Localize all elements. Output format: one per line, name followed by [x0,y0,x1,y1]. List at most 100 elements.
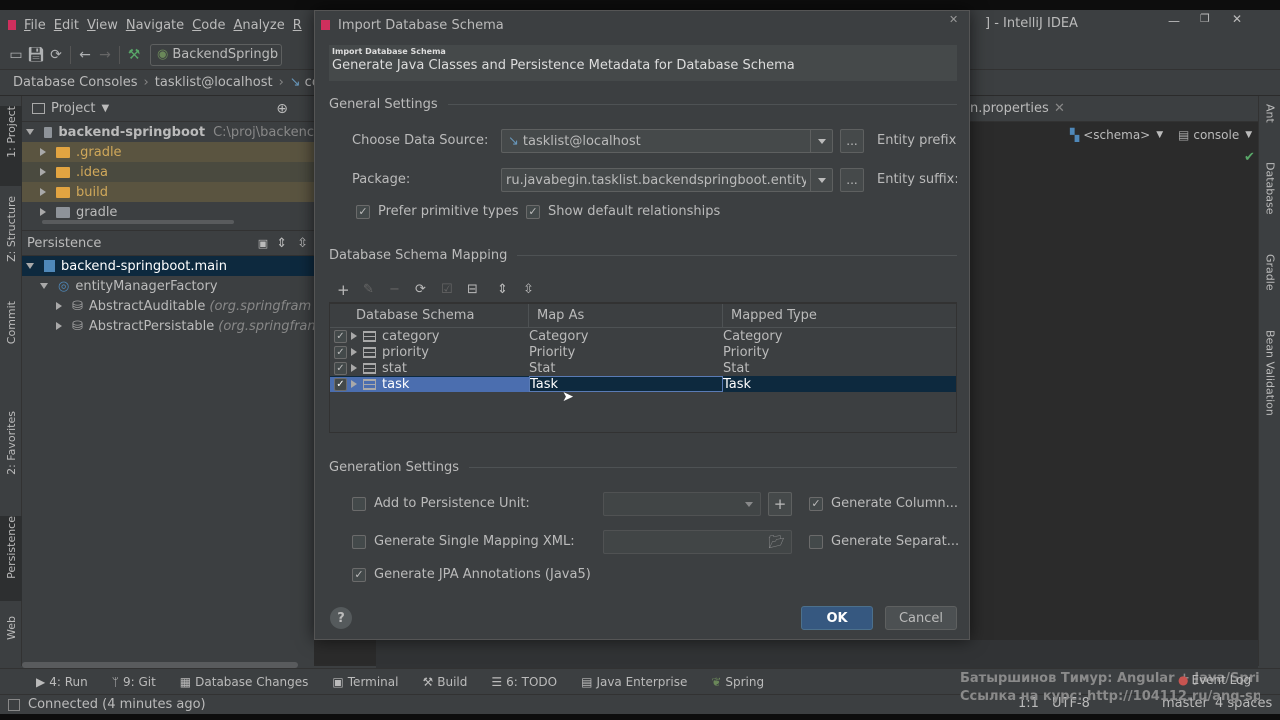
tab-properties[interactable]: n.properties [970,101,1049,116]
table-row[interactable]: ✓ stat Stat Stat [330,360,956,376]
tab-database[interactable]: Database [1259,162,1280,232]
horizontal-scrollbar[interactable] [42,220,234,224]
open-folder-icon[interactable]: ▭ [6,45,26,65]
persistence-factory[interactable]: ◎ entityManagerFactory [22,276,314,296]
sync-icon[interactable]: ⟳ [46,45,66,65]
menu-refactor[interactable]: R [293,18,302,33]
add-to-unit-checkbox[interactable]: Add to Persistence Unit: [352,496,530,511]
tab-bean-validation[interactable]: Bean Validation [1259,330,1280,440]
tab-favorites[interactable]: 2: Favorites [0,411,22,491]
tab-terminal[interactable]: ▣ Terminal [332,675,398,689]
expand-all-icon[interactable]: ⇕ [497,282,517,297]
close-window-icon[interactable]: ✕ [1232,12,1242,26]
tab-ant[interactable]: Ant [1259,104,1280,144]
row-checkbox[interactable]: ✓ [334,361,347,375]
column-mapped-type[interactable]: Mapped Type [723,304,956,327]
prefer-primitive-checkbox[interactable]: Prefer primitive types [356,204,519,219]
refresh-icon[interactable]: ⟳ [415,282,435,297]
collapse-all-icon[interactable]: ⇳ [297,236,308,251]
mapping-xml-field[interactable]: 📂︎ [603,530,792,554]
cancel-button[interactable]: Cancel [885,606,957,630]
tab-gradle[interactable]: Gradle [1259,254,1280,310]
help-button[interactable]: ? [330,607,352,629]
menu-code[interactable]: Code [192,18,225,33]
project-panel-title[interactable]: Project [51,101,95,116]
tab-database-changes[interactable]: ▦ Database Changes [180,675,309,689]
tab-web[interactable]: Web [0,616,22,661]
entity-abstract-auditable[interactable]: ⛁ AbstractAuditable (org.springfram [22,296,314,316]
package-combo[interactable]: ru.javabegin.tasklist.backendspringboot.… [501,168,833,192]
table-row-selected[interactable]: ✓ task Task Task [330,376,956,392]
chevron-down-icon[interactable]: ▼ [101,103,109,114]
generate-column-checkbox[interactable]: Generate Column... [809,496,958,511]
menu-file[interactable]: File [24,18,46,33]
tab-persistence[interactable]: Persistence [0,516,22,601]
column-map-as[interactable]: Map As [529,304,723,327]
row-checkbox[interactable]: ✓ [334,377,347,391]
tab-java-enterprise[interactable]: ▤ Java Enterprise [581,675,687,689]
menu-edit[interactable]: Edit [54,18,79,33]
check-all-icon[interactable]: ☑ [441,282,461,297]
single-mapping-checkbox[interactable]: Generate Single Mapping XML: [352,534,575,549]
data-source-browse-button[interactable]: ... [840,129,864,153]
checkbox-checked[interactable] [809,496,823,511]
uncheck-all-icon[interactable]: ⊟ [467,282,487,297]
column-database-schema[interactable]: Database Schema [330,304,529,327]
checkbox-unchecked[interactable] [352,534,366,549]
tree-root[interactable]: backend-springboot C:\proj\backenc [22,122,314,142]
collapse-all-icon[interactable]: ⇳ [523,282,543,297]
tab-git[interactable]: ᛘ 9: Git [112,675,156,689]
tab-commit[interactable]: Commit [0,301,22,361]
tab-structure[interactable]: Z: Structure [0,196,22,276]
editor-schema-selector[interactable]: ▚ <schema> ▼ [1070,128,1163,142]
row-checkbox[interactable]: ✓ [334,329,347,343]
generate-separate-checkbox[interactable]: Generate Separat... [809,534,959,549]
folder-icon[interactable]: 📂︎ [768,535,785,550]
forward-icon[interactable]: → [95,45,115,65]
checkbox-checked[interactable] [526,204,540,219]
crumb-tasklist[interactable]: tasklist@localhost [155,75,273,90]
table-row[interactable]: ✓ priority Priority Priority [330,344,956,360]
menu-analyze[interactable]: Analyze [233,18,284,33]
checkbox-checked[interactable] [356,204,370,219]
persistence-unit-combo[interactable] [603,492,761,516]
status-toggle-icon[interactable] [8,698,20,711]
package-browse-button[interactable]: ... [840,168,864,192]
menu-navigate[interactable]: Navigate [126,18,184,33]
tree-item-build[interactable]: build [22,182,314,202]
tree-item-idea[interactable]: .idea [22,162,314,182]
checkbox-unchecked[interactable] [809,534,823,549]
build-hammer-icon[interactable]: ⚒ [124,45,144,65]
persistence-module[interactable]: backend-springboot.main [22,256,314,276]
row-checkbox[interactable]: ✓ [334,345,347,359]
ql-icon[interactable]: ▣ [258,237,268,250]
add-unit-button[interactable]: + [768,492,792,516]
save-icon[interactable]: 💾︎ [26,45,46,65]
expand-all-icon[interactable]: ⇕ [276,236,287,251]
tab-spring[interactable]: ❦ Spring [711,675,764,689]
tree-item-gradle-cache[interactable]: .gradle [22,142,314,162]
tab-todo[interactable]: ☰ 6: TODO [491,675,557,689]
locate-icon[interactable]: ⊕ [276,101,288,117]
tab-project[interactable]: 1: Project [0,106,22,186]
close-tab-icon[interactable]: ✕ [1054,101,1065,116]
checkbox-unchecked[interactable] [352,496,366,511]
show-default-rel-checkbox[interactable]: Show default relationships [526,204,720,219]
ok-button[interactable]: OK [801,606,873,630]
event-log[interactable]: ● Event Log [1178,673,1251,687]
add-icon[interactable]: + [337,281,357,299]
minimize-icon[interactable]: — [1168,14,1180,28]
table-row[interactable]: ✓ category Category Category [330,328,956,344]
maximize-icon[interactable]: ❐ [1200,12,1210,25]
menu-view[interactable]: View [87,18,118,33]
edit-icon[interactable]: ✎ [363,282,383,297]
crumb-database-consoles[interactable]: Database Consoles [13,75,138,90]
back-icon[interactable]: ← [75,45,95,65]
tab-run[interactable]: ▶ 4: Run [36,675,88,689]
remove-icon[interactable]: − [389,282,409,297]
checkbox-checked[interactable] [352,567,366,582]
run-config-selector[interactable]: ◉ BackendSpringb [150,43,282,66]
tab-build[interactable]: ⚒ Build [422,675,467,689]
editor-console-selector[interactable]: ▤ console ▼ [1178,128,1252,142]
entity-abstract-persistable[interactable]: ⛁ AbstractPersistable (org.springfran [22,316,316,336]
